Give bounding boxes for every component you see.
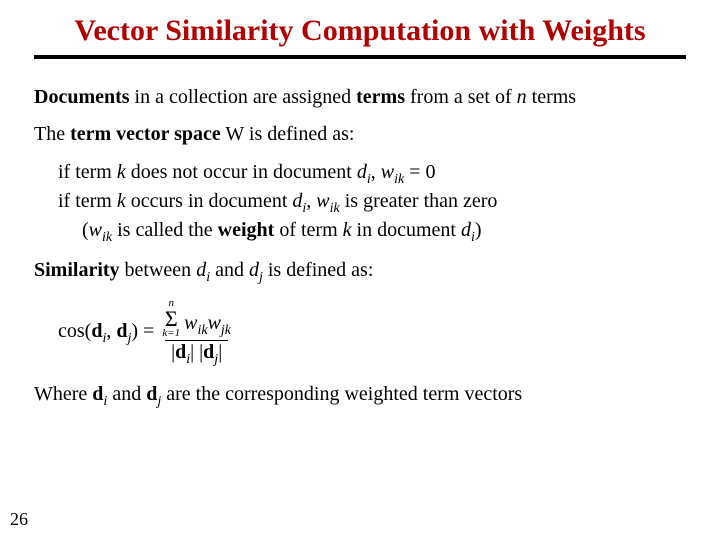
sigma-icon: n Σ k=1 <box>162 299 180 339</box>
word-weight: weight <box>218 219 275 241</box>
title-rule <box>34 55 686 59</box>
condition-3: (wik is called the weight of term k in d… <box>82 218 686 247</box>
line-similarity: Similarity between di and dj is defined … <box>34 258 686 287</box>
condition-1: if term k does not occur in document di,… <box>58 160 686 189</box>
formula-product: wikwjk <box>184 313 231 339</box>
formula-numerator: n Σ k=1 wikwjk <box>162 299 231 339</box>
slide-title: Vector Similarity Computation with Weigh… <box>34 14 686 49</box>
var-n: n <box>517 86 527 108</box>
formula-cosine: cos(di, dj) = n Σ k=1 wikwjk |di| |dj| <box>58 299 686 367</box>
formula-lhs: cos(di, dj) = <box>58 319 154 348</box>
slide-body: Documents in a collection are assigned t… <box>34 85 686 411</box>
word-term-vector-space: term vector space <box>70 123 221 145</box>
line-where: Where di and dj are the corresponding we… <box>34 382 686 411</box>
line-documents: Documents in a collection are assigned t… <box>34 85 686 111</box>
formula-denominator: |di| |dj| <box>165 340 228 368</box>
formula-fraction: n Σ k=1 wikwjk |di| |dj| <box>162 299 231 367</box>
word-similarity: Similarity <box>34 259 120 281</box>
conditions-block: if term k does not occur in document di,… <box>34 160 686 247</box>
word-documents: Documents <box>34 86 130 108</box>
slide: Vector Similarity Computation with Weigh… <box>0 0 720 432</box>
condition-2: if term k occurs in document di, wik is … <box>58 189 686 218</box>
word-terms: terms <box>356 86 405 108</box>
page-number: 26 <box>10 509 28 530</box>
line-vectorspace: The term vector space W is defined as: <box>34 122 686 148</box>
